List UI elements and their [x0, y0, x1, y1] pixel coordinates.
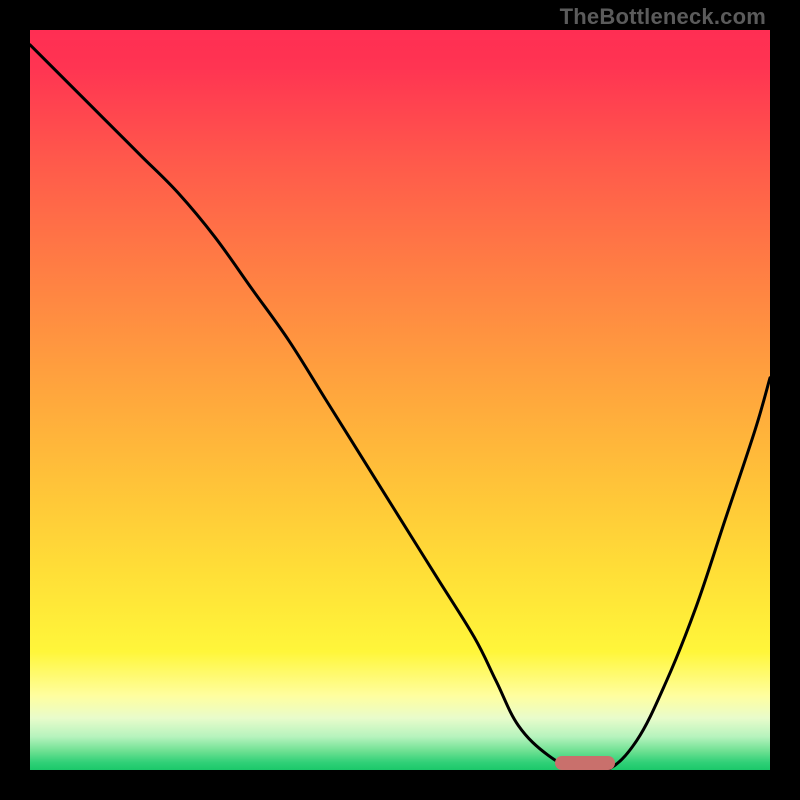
plot-area [30, 30, 770, 770]
optimal-marker [555, 756, 614, 770]
chart-frame: TheBottleneck.com [0, 0, 800, 800]
frame-border-bottom [0, 770, 800, 800]
gradient-background [30, 30, 770, 770]
frame-border-left [0, 0, 30, 800]
watermark-text: TheBottleneck.com [560, 4, 766, 30]
frame-border-right [770, 0, 800, 800]
chart-svg [30, 30, 770, 770]
